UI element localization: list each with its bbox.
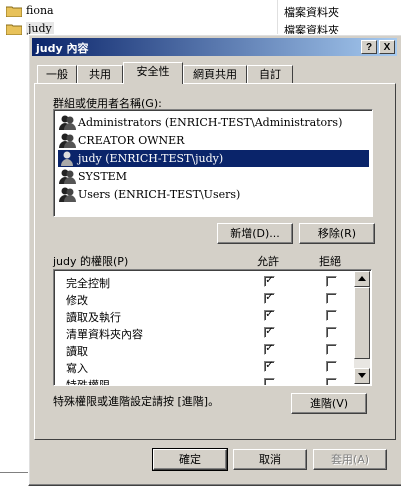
- table-row: 讀取 ✓: [54, 341, 354, 358]
- advanced-hint: 特殊權限或進階設定請按 [進階]。: [53, 395, 220, 408]
- cancel-button[interactable]: 取消: [233, 449, 307, 470]
- user-name: Administrators (ENRICH-TEST\Administrato…: [78, 116, 343, 129]
- tab-general[interactable]: 一般: [37, 65, 77, 83]
- folder-icon: [6, 24, 22, 35]
- tab-web-sharing[interactable]: 網頁共用: [183, 65, 247, 83]
- user-name: CREATOR OWNER: [78, 134, 185, 147]
- permission-name: 修改: [66, 294, 88, 307]
- deny-header: 拒絕: [319, 255, 341, 268]
- permissions-scrollbar[interactable]: [354, 271, 370, 384]
- list-item[interactable]: Users (ENRICH-TEST\Users): [58, 186, 369, 203]
- close-button[interactable]: X: [379, 40, 395, 54]
- user-name: judy (ENRICH-TEST\judy): [78, 152, 224, 165]
- permission-name: 完全控制: [66, 277, 110, 290]
- user-listbox[interactable]: Administrators (ENRICH-TEST\Administrato…: [53, 109, 373, 217]
- file-name: fiona: [26, 4, 54, 17]
- allow-checkbox[interactable]: ✓: [264, 293, 275, 304]
- user-name: Users (ENRICH-TEST\Users): [78, 188, 241, 201]
- tab-sharing[interactable]: 共用: [77, 65, 123, 83]
- list-item[interactable]: judy (ENRICH-TEST\judy): [58, 150, 369, 167]
- permission-name: 讀取: [66, 345, 88, 358]
- allow-checkbox[interactable]: [264, 378, 275, 385]
- list-item[interactable]: Administrators (ENRICH-TEST\Administrato…: [58, 114, 369, 131]
- dialog-title: judy 內容: [36, 42, 89, 55]
- deny-checkbox[interactable]: [326, 327, 337, 338]
- permission-name: 寫入: [66, 362, 88, 375]
- help-button[interactable]: ?: [361, 40, 377, 54]
- group-icon: [59, 115, 76, 130]
- permission-name: 清單資料夾內容: [66, 328, 143, 341]
- group-icon: [59, 133, 76, 148]
- table-row: 完全控制 ✓: [54, 273, 354, 290]
- table-row: 清單資料夾內容 ✓: [54, 324, 354, 341]
- folder-icon: [6, 6, 22, 17]
- arrow-up-icon: [358, 276, 366, 281]
- allow-checkbox[interactable]: ✓: [264, 344, 275, 355]
- table-row: 特殊權限: [54, 375, 354, 386]
- permissions-label: judy 的權限(P): [53, 255, 129, 268]
- advanced-button[interactable]: 進階(V): [291, 393, 367, 414]
- list-item[interactable]: SYSTEM: [58, 168, 369, 185]
- permissions-list: 完全控制 ✓ 修改 ✓ 讀取及執行 ✓ 清單資料夾內容 ✓ 讀取 ✓ 寫入 ✓: [53, 269, 372, 386]
- group-icon: [59, 169, 76, 184]
- user-name: SYSTEM: [78, 170, 127, 183]
- deny-checkbox[interactable]: [326, 361, 337, 372]
- ok-button[interactable]: 確定: [152, 448, 228, 471]
- remove-user-button[interactable]: 移除(R): [299, 223, 375, 244]
- properties-dialog: judy 內容 ? X 一般 共用 安全性 網頁共用 自訂 群組或使用者名稱(G…: [28, 34, 401, 486]
- scroll-up-button[interactable]: [354, 271, 370, 287]
- allow-header: 允許: [257, 255, 279, 268]
- list-item[interactable]: CREATOR OWNER: [58, 132, 369, 149]
- apply-button[interactable]: 套用(A): [313, 449, 387, 470]
- allow-checkbox[interactable]: ✓: [264, 327, 275, 338]
- table-row: 寫入 ✓: [54, 358, 354, 375]
- scroll-thumb[interactable]: [354, 287, 370, 359]
- add-user-button[interactable]: 新增(D)...: [217, 223, 293, 244]
- allow-checkbox[interactable]: ✓: [264, 310, 275, 321]
- deny-checkbox[interactable]: [326, 344, 337, 355]
- file-type: 檔案資料夾: [284, 6, 339, 19]
- scroll-down-button[interactable]: [354, 368, 370, 384]
- deny-checkbox[interactable]: [326, 276, 337, 287]
- arrow-down-icon: [358, 373, 366, 378]
- table-row: 修改 ✓: [54, 290, 354, 307]
- tab-customize[interactable]: 自訂: [247, 65, 293, 83]
- title-bar[interactable]: judy 內容 ? X: [32, 38, 397, 56]
- list-item[interactable]: fiona 檔案資料夾: [0, 2, 401, 20]
- allow-checkbox[interactable]: ✓: [264, 276, 275, 287]
- allow-checkbox[interactable]: ✓: [264, 361, 275, 372]
- table-row: 讀取及執行 ✓: [54, 307, 354, 324]
- deny-checkbox[interactable]: [326, 310, 337, 321]
- deny-checkbox[interactable]: [326, 378, 337, 385]
- permission-name: 特殊權限: [66, 379, 110, 386]
- user-icon: [61, 151, 73, 166]
- permission-name: 讀取及執行: [66, 311, 121, 324]
- tab-security[interactable]: 安全性: [123, 62, 183, 84]
- deny-checkbox[interactable]: [326, 293, 337, 304]
- group-icon: [59, 187, 76, 202]
